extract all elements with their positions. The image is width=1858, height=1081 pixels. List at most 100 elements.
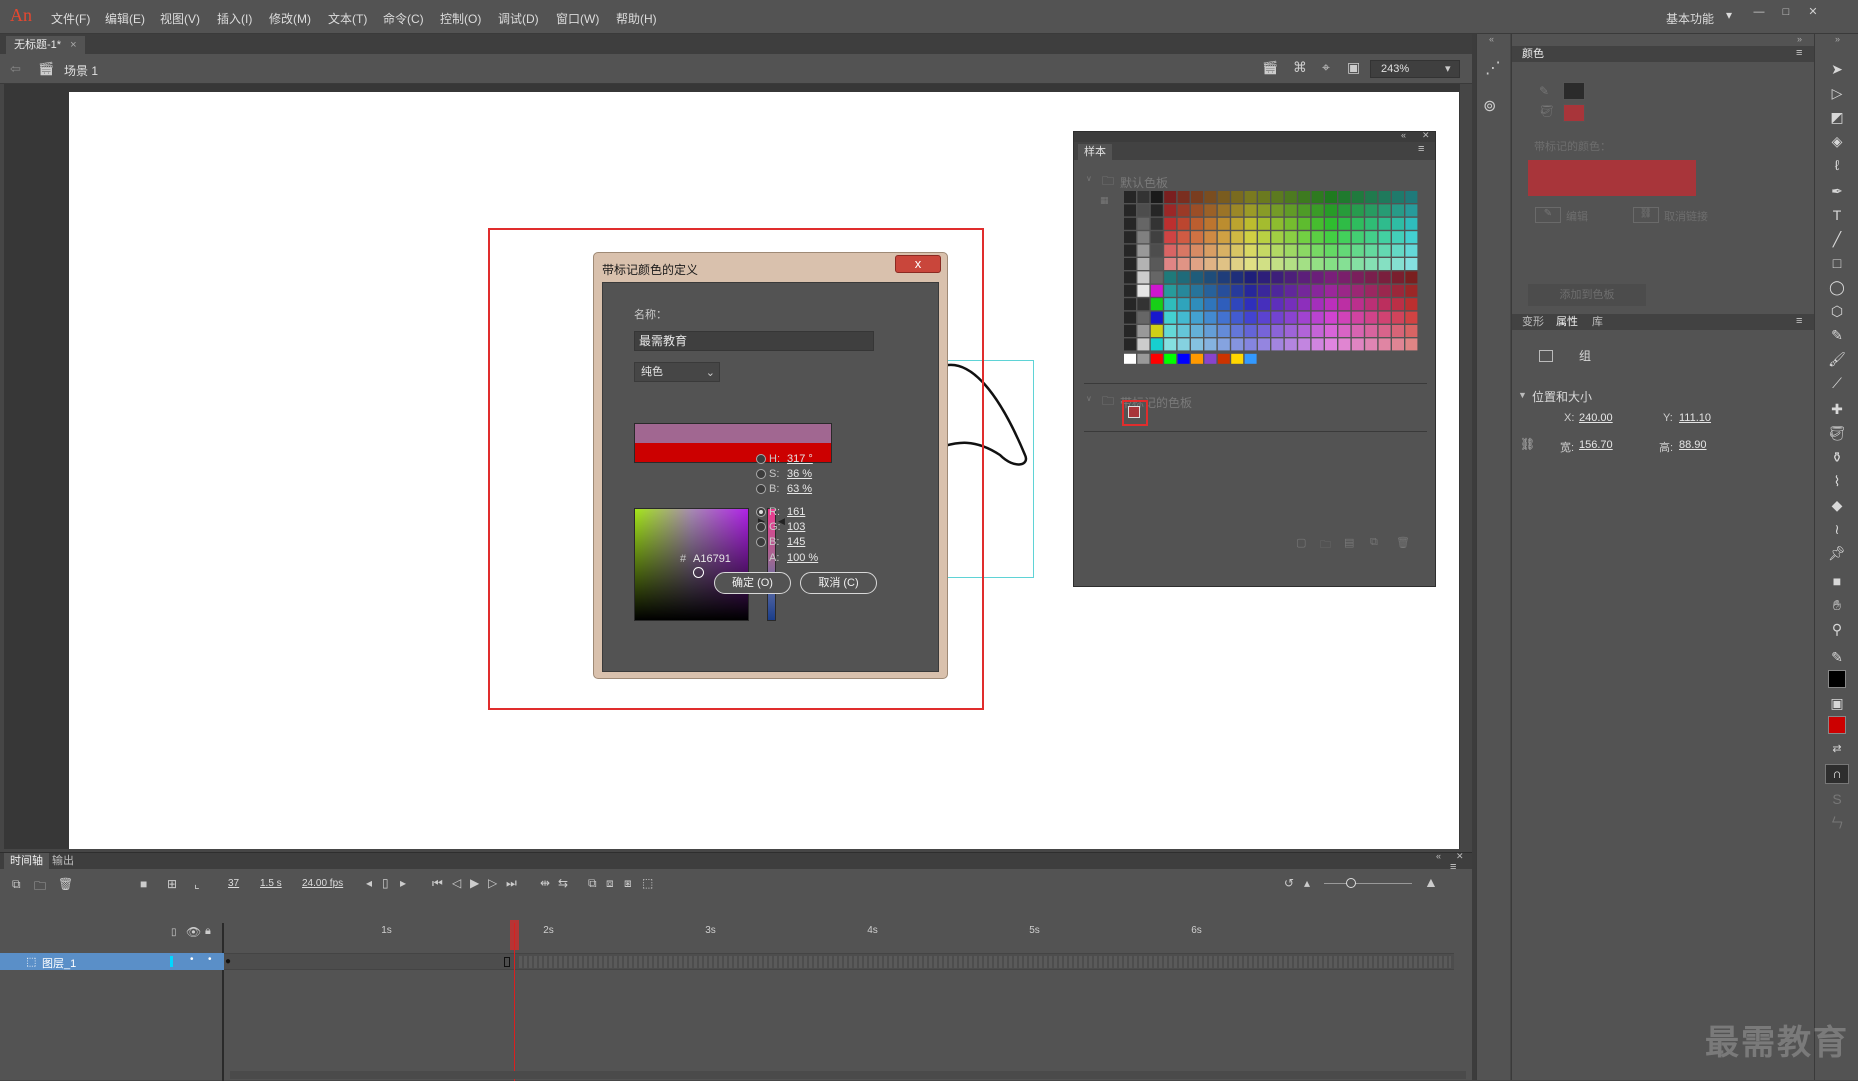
swatch-cell[interactable] <box>1338 231 1351 244</box>
menu-control[interactable]: 控制(O) <box>440 10 481 27</box>
radio-b-blue[interactable] <box>756 537 766 547</box>
swatch-cell[interactable] <box>1124 338 1136 351</box>
timeline-scrollbar[interactable] <box>230 1071 1466 1079</box>
swatch-cell[interactable] <box>1365 231 1378 244</box>
swatch-cell[interactable] <box>1244 217 1257 230</box>
swatch-cell[interactable] <box>1284 271 1297 284</box>
swatch-cell[interactable] <box>1124 298 1136 311</box>
swatch-cell[interactable] <box>1137 298 1150 311</box>
cc-libraries-icon[interactable]: ⊚ <box>1483 96 1496 116</box>
swatch-cell[interactable] <box>1191 284 1203 297</box>
snap-to-objects-icon[interactable]: ∩ <box>1825 764 1849 784</box>
swatch-cell[interactable] <box>1405 217 1418 230</box>
swatch-cell[interactable] <box>1311 258 1324 270</box>
swatch-cell[interactable] <box>1298 204 1311 217</box>
swatch-cell[interactable] <box>1311 298 1324 311</box>
swatch-cell[interactable] <box>1378 311 1391 324</box>
lock-dot-icon[interactable]: • <box>208 954 212 965</box>
current-time[interactable]: 1.5 s <box>260 878 282 889</box>
radio-r[interactable] <box>756 507 766 517</box>
fill-color-button[interactable] <box>1828 716 1846 734</box>
swatch-cell[interactable] <box>1124 204 1136 217</box>
swatch-cell[interactable] <box>1298 217 1311 230</box>
new-layer-icon[interactable]: ⧉ <box>12 877 21 892</box>
unlink-icon[interactable]: ⛓ <box>1633 207 1659 223</box>
swatch-cell[interactable] <box>1298 258 1311 270</box>
panel-menu-icon[interactable]: ≡ <box>1796 315 1802 327</box>
gradient-swatch[interactable] <box>1217 353 1230 364</box>
swatch-cell[interactable] <box>1204 298 1217 311</box>
swatch-cell[interactable] <box>1284 311 1297 324</box>
swatch-cell[interactable] <box>1258 204 1270 217</box>
swatch-cell[interactable] <box>1164 311 1177 324</box>
brush-tool-icon[interactable]: ⟋ <box>1827 374 1847 392</box>
chevron-down-icon[interactable]: ∨ <box>1086 174 1092 183</box>
zoom-select[interactable]: 243% ▾ <box>1370 60 1460 78</box>
swatch-cell[interactable] <box>1164 298 1177 311</box>
stroke-pencil-icon[interactable]: ✎ <box>1827 648 1847 666</box>
radio-h[interactable] <box>756 454 766 464</box>
swatch-cell[interactable] <box>1325 231 1337 244</box>
onion-outline-icon[interactable]: ⧈ <box>606 876 614 891</box>
swatch-cell[interactable] <box>1405 325 1418 337</box>
gradient-swatch[interactable] <box>1150 353 1163 364</box>
playhead[interactable] <box>514 923 515 1081</box>
pen-tool-icon[interactable]: ✒ <box>1827 182 1847 200</box>
paint-brush-icon[interactable]: 🖌︎ <box>1827 350 1847 368</box>
swatch-cell[interactable] <box>1405 284 1418 297</box>
swatch-cell[interactable] <box>1392 311 1404 324</box>
panel-menu-icon[interactable]: ≡ <box>1796 47 1802 59</box>
edit-icon[interactable]: ✎ <box>1535 207 1561 223</box>
stroke-color-swatch[interactable] <box>1563 82 1585 100</box>
outline-icon[interactable]: ▯ <box>171 927 177 938</box>
swatch-cell[interactable] <box>1392 191 1404 203</box>
swatch-cell[interactable] <box>1191 325 1203 337</box>
dialog-close-button[interactable]: x <box>895 255 941 273</box>
swatch-cell[interactable] <box>1150 258 1163 270</box>
swatch-cell[interactable] <box>1177 258 1190 270</box>
fill-bucket-icon[interactable]: 🪣︎ <box>1539 104 1554 118</box>
swatch-cell[interactable] <box>1284 244 1297 257</box>
step-back-icon[interactable]: ◁ <box>452 876 461 890</box>
swatch-cell[interactable] <box>1150 217 1163 230</box>
swatch-cell[interactable] <box>1405 231 1418 244</box>
swatch-cell[interactable] <box>1351 191 1364 203</box>
edit-scene-icon[interactable]: 🎬︎ <box>1262 60 1279 76</box>
layer-row[interactable]: ⬚ 图层_1 • • <box>0 953 224 970</box>
link-icon[interactable]: ⛓ <box>1520 437 1535 451</box>
swatch-cell[interactable] <box>1137 325 1150 337</box>
swatch-cell[interactable] <box>1204 258 1217 270</box>
minimize-icon[interactable]: — <box>1748 3 1770 21</box>
swatch-cell[interactable] <box>1258 258 1270 270</box>
swatch-cell[interactable] <box>1164 204 1177 217</box>
swatch-cell[interactable] <box>1231 298 1244 311</box>
swatch-cell[interactable] <box>1258 231 1270 244</box>
back-arrow-icon[interactable]: ⇦ <box>10 61 21 77</box>
swatch-cell[interactable] <box>1365 217 1378 230</box>
swatch-cell[interactable] <box>1365 338 1378 351</box>
swatch-cell[interactable] <box>1244 325 1257 337</box>
swatch-cell[interactable] <box>1231 191 1244 203</box>
swatch-cell[interactable] <box>1231 244 1244 257</box>
swatch-cell[interactable] <box>1338 284 1351 297</box>
swatch-cell[interactable] <box>1325 258 1337 270</box>
swatch-grid[interactable] <box>1124 191 1418 371</box>
swatch-cell[interactable] <box>1258 271 1270 284</box>
swatch-cell[interactable] <box>1351 217 1364 230</box>
trash-icon[interactable]: 🗑︎ <box>1396 536 1410 549</box>
swatch-cell[interactable] <box>1338 258 1351 270</box>
swatch-cell[interactable] <box>1204 244 1217 257</box>
tab-library[interactable]: 库 <box>1586 314 1609 330</box>
timeline-ruler[interactable]: 1510152025303540455055606570758085909510… <box>224 923 1454 939</box>
text-tool-icon[interactable]: T <box>1827 206 1847 224</box>
swatch-cell[interactable] <box>1351 244 1364 257</box>
swatch-cell[interactable] <box>1258 325 1270 337</box>
swatch-cell[interactable] <box>1217 298 1230 311</box>
swatch-cell[interactable] <box>1217 311 1230 324</box>
swatch-cell[interactable] <box>1338 338 1351 351</box>
doc-tab[interactable]: 无标题-1* × <box>6 36 85 54</box>
swatch-cell[interactable] <box>1392 204 1404 217</box>
swatch-cell[interactable] <box>1284 298 1297 311</box>
swatch-cell[interactable] <box>1325 271 1337 284</box>
swatch-cell[interactable] <box>1137 311 1150 324</box>
